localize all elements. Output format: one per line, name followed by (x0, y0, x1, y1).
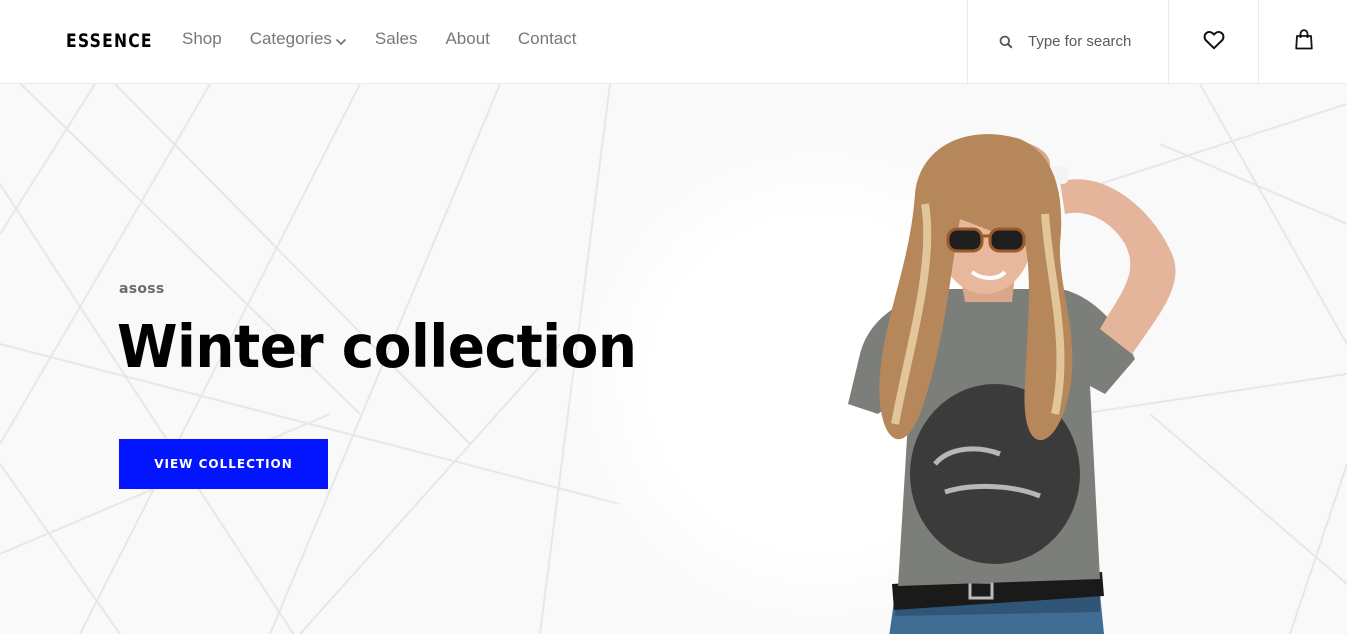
main-nav: Shop Categories Sales About Contact (182, 29, 604, 49)
nav-item-contact[interactable]: Contact (518, 29, 577, 49)
nav-item-label: Categories (249, 29, 332, 48)
search-input[interactable] (1028, 28, 1158, 54)
search-box (967, 0, 1169, 84)
nav-item-categories[interactable]: Categories (250, 29, 347, 49)
search-icon[interactable] (999, 35, 1013, 49)
hero-subtitle: asoss (119, 281, 165, 297)
hero-title: Winter collection (117, 312, 637, 381)
nav-item-about[interactable]: About (445, 29, 489, 49)
hero-banner: asoss Winter collection VIEW COLLECTION (0, 84, 1347, 634)
nav-item-sales[interactable]: Sales (375, 29, 418, 49)
nav-item-label: Sales (374, 29, 418, 48)
site-header: ESSENCE Shop Categories Sales About Cont… (0, 0, 1347, 84)
nav-item-label: Shop (182, 29, 222, 48)
hero-model-image (848, 134, 1176, 634)
nav-item-label: Contact (517, 29, 577, 48)
bag-icon (1294, 29, 1313, 55)
heart-icon (1203, 30, 1225, 55)
chevron-down-icon (335, 33, 347, 46)
nav-item-shop[interactable]: Shop (182, 29, 222, 49)
cart-button[interactable] (1258, 0, 1347, 84)
logo[interactable]: ESSENCE (66, 30, 153, 52)
wishlist-button[interactable] (1168, 0, 1258, 84)
nav-item-label: About (445, 29, 490, 48)
view-collection-button[interactable]: VIEW COLLECTION (119, 439, 328, 489)
